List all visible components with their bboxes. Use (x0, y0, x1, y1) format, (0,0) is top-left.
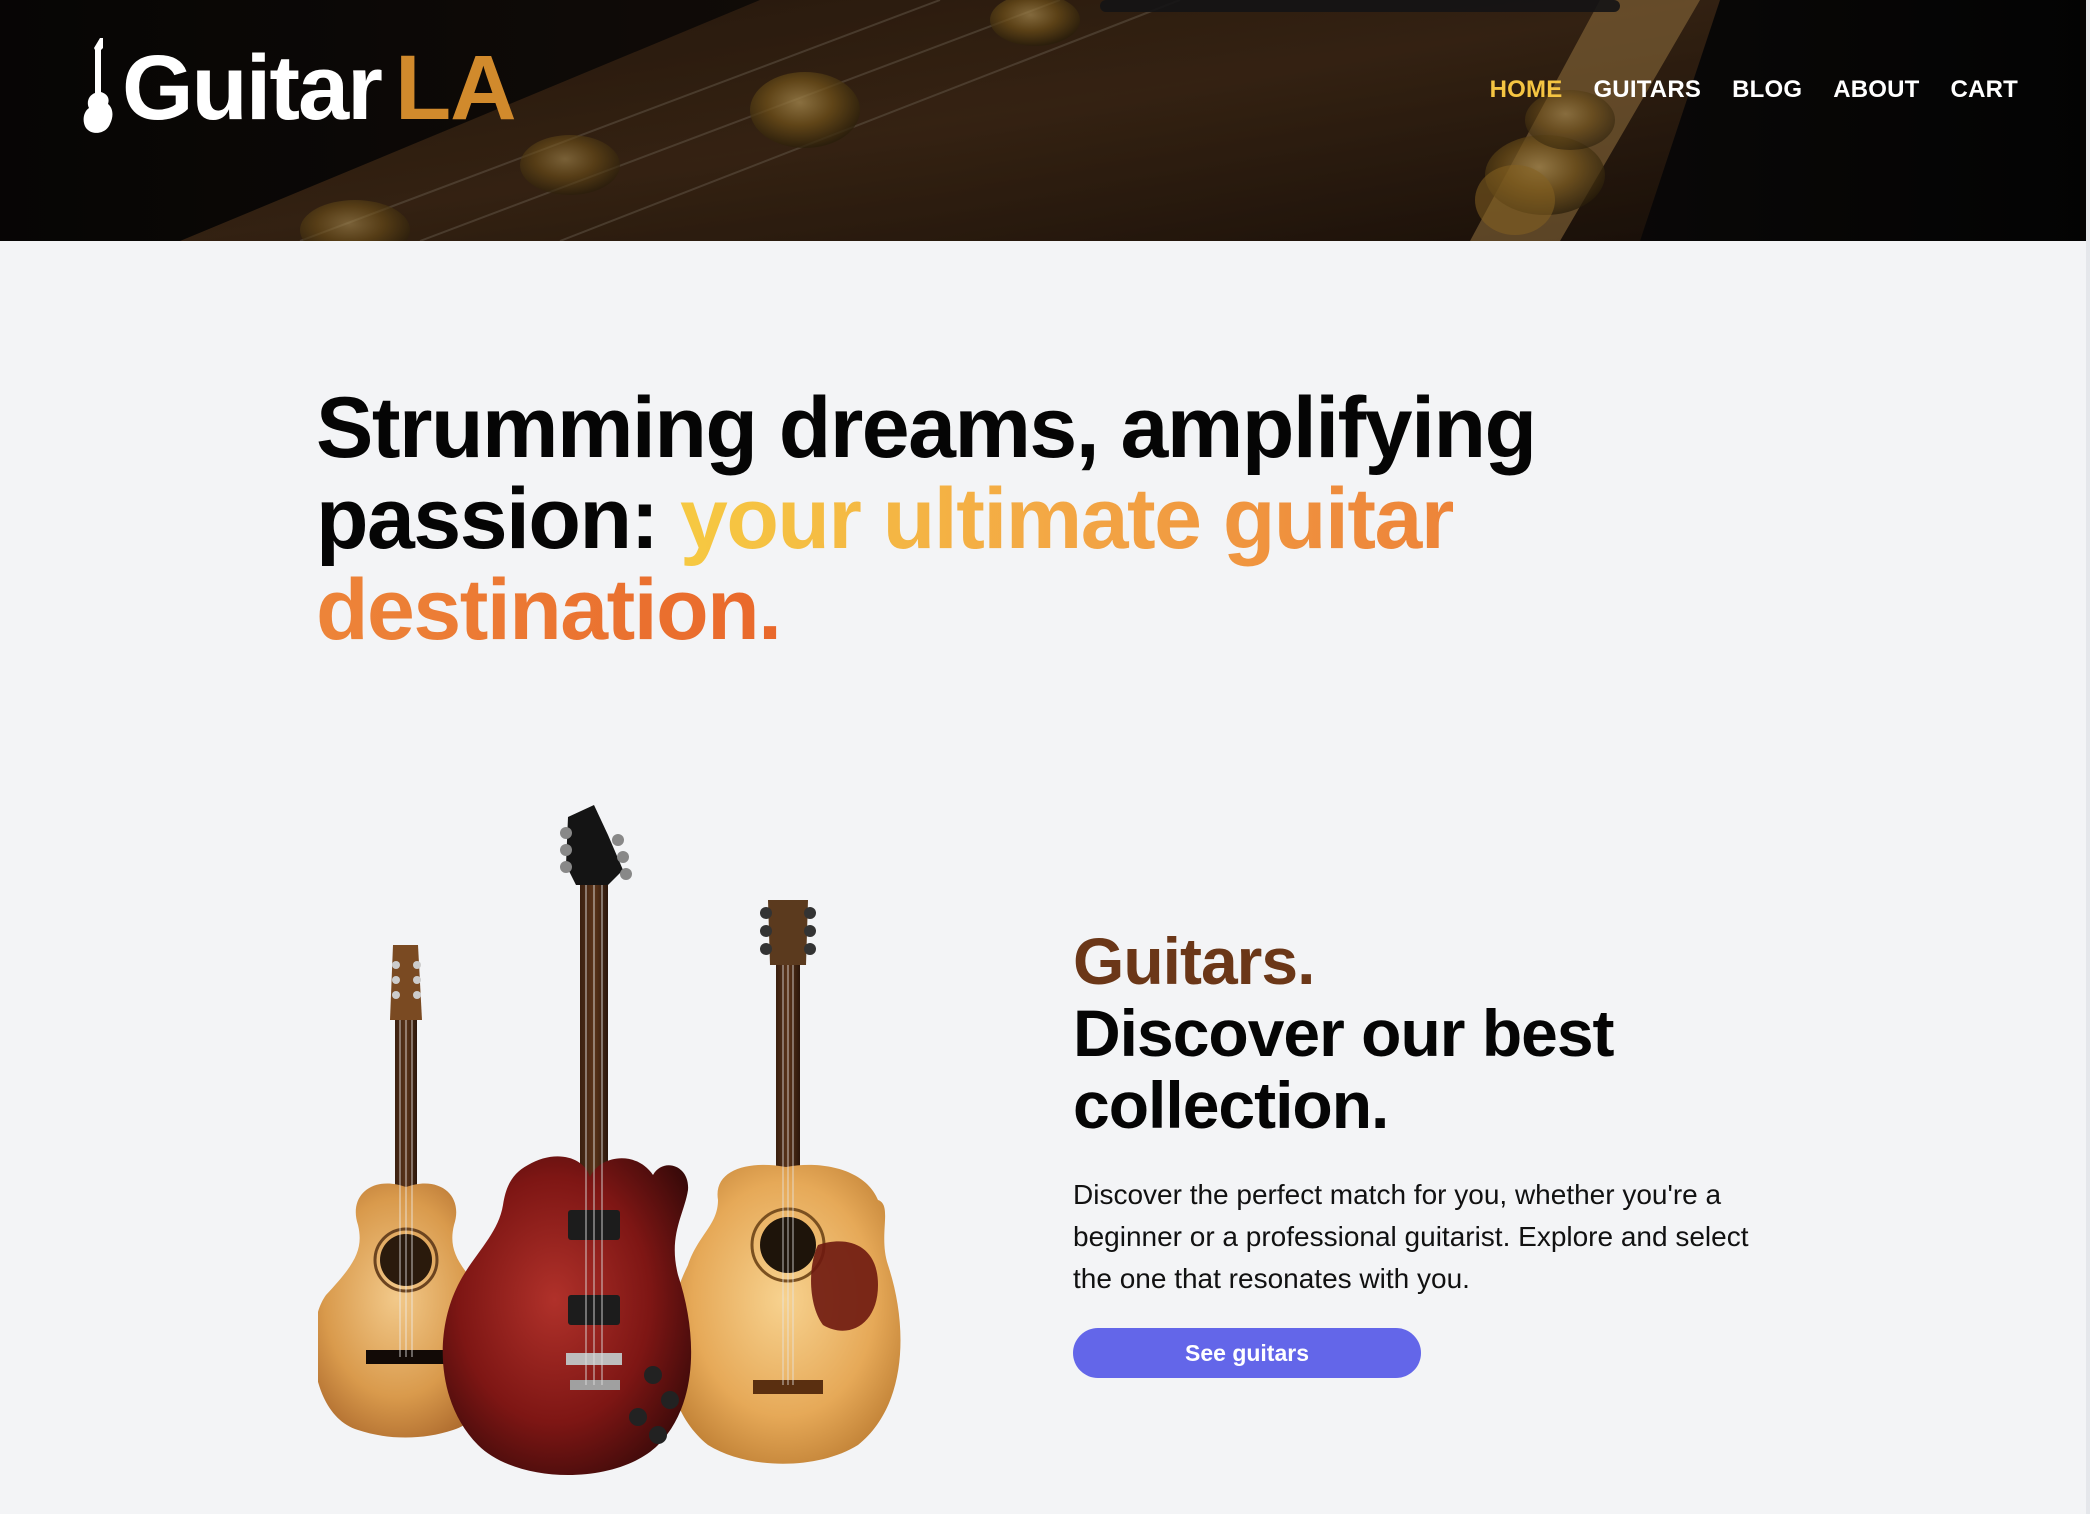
electric-guitar (442, 805, 692, 1475)
page: Guitar LA HOME GUITARS BLOG ABOUT CART S… (0, 0, 2090, 1514)
nav-home-link[interactable]: HOME (1490, 76, 1563, 104)
nav-about-link[interactable]: ABOUT (1833, 76, 1919, 104)
hero-headline: Strumming dreams, amplifying passion: yo… (316, 383, 1616, 656)
guitars-image (318, 805, 901, 1475)
collection-title: Discover our best collection. (1073, 996, 1615, 1142)
nav-guitars-link[interactable]: GUITARS (1593, 76, 1701, 104)
collection-description: Discover the perfect match for you, whet… (1073, 1179, 1749, 1294)
collection-section: Guitars. Discover our best collection. D… (1073, 925, 1793, 1378)
nav-cart-link[interactable]: CART (1951, 76, 2018, 104)
logo-text: Guitar (122, 37, 383, 139)
see-guitars-button[interactable]: See guitars (1073, 1328, 1421, 1378)
acoustic-guitar (667, 900, 901, 1464)
site-header: Guitar LA HOME GUITARS BLOG ABOUT CART (0, 0, 2090, 241)
collection-kicker: Guitars. (1073, 924, 1315, 998)
guitar-silhouette-icon (83, 38, 113, 133)
main-nav: HOME GUITARS BLOG ABOUT CART (1490, 76, 2018, 104)
logo-accent: LA (394, 37, 517, 139)
page-edge (2086, 0, 2090, 1514)
site-logo[interactable]: Guitar LA (80, 36, 517, 140)
nav-blog-link[interactable]: BLOG (1732, 76, 1802, 104)
